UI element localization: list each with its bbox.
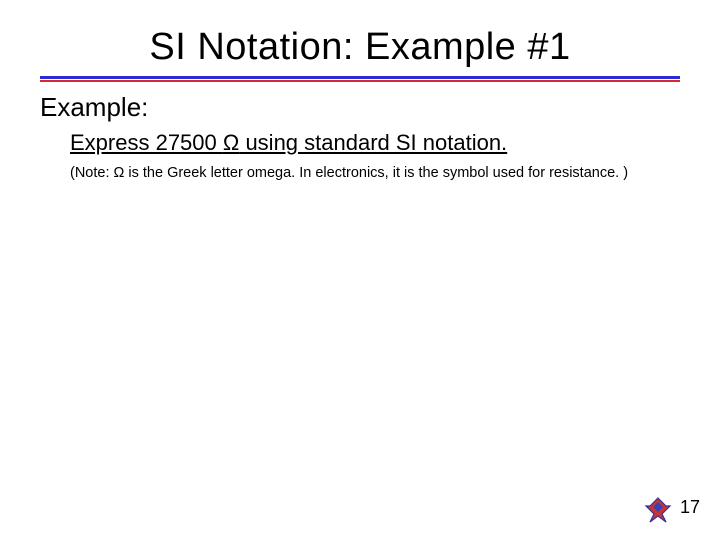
problem-prompt: Express 27500 Ω using standard SI notati… — [70, 130, 507, 156]
note-text: (Note: Ω is the Greek letter omega. In e… — [70, 164, 690, 182]
omega-symbol: Ω — [114, 165, 125, 181]
logo-icon — [644, 496, 672, 524]
prompt-text-prefix: Express 27500 — [70, 130, 223, 155]
title-divider — [40, 76, 680, 82]
omega-symbol: Ω — [223, 130, 239, 155]
slide: SI Notation: Example #1 Example: Express… — [0, 0, 720, 540]
note-suffix: is the Greek letter omega. In electronic… — [124, 165, 628, 181]
divider-red — [40, 80, 680, 82]
note-prefix: (Note: — [70, 165, 114, 181]
page-number: 17 — [680, 497, 700, 518]
prompt-text-suffix: using standard SI notation. — [239, 130, 507, 155]
example-heading: Example: — [40, 92, 148, 123]
divider-blue — [40, 76, 680, 79]
slide-title: SI Notation: Example #1 — [0, 26, 720, 69]
